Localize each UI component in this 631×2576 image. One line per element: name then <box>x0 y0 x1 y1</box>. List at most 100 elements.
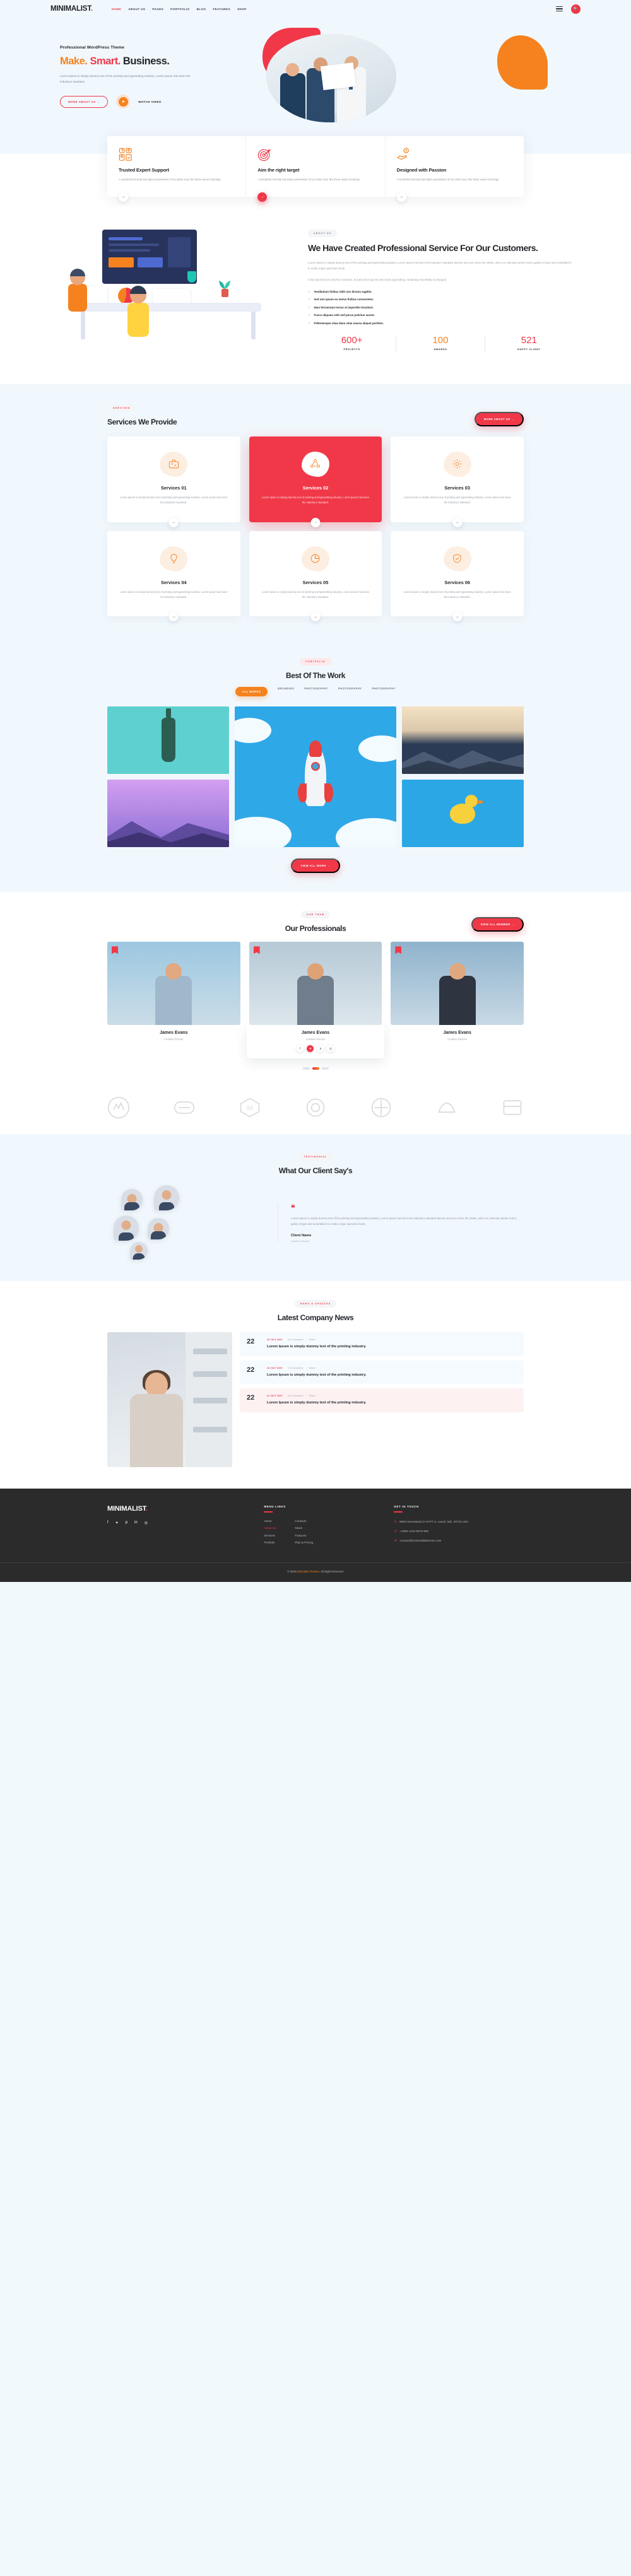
settings-gear-icon <box>443 451 471 477</box>
feature-text: A wonderful serenity has taken possessio… <box>396 178 500 181</box>
client-face-5[interactable] <box>130 1242 148 1260</box>
hand-pointer-icon: ☞ <box>308 298 311 302</box>
search-icon[interactable]: 🔍 <box>571 4 581 14</box>
logo-dot: . <box>90 5 93 13</box>
team-member-3[interactable]: James Evans Creative Director <box>391 942 524 1048</box>
feature-arrow-button[interactable]: → <box>119 192 128 202</box>
footer-phone[interactable]: ✆ +1800-1234-5678-900 <box>394 1529 524 1535</box>
footer-link-news[interactable]: News <box>295 1526 313 1530</box>
service-arrow-button[interactable]: → <box>168 612 179 622</box>
linkedin-icon[interactable]: in <box>134 1521 138 1525</box>
filter-branding[interactable]: BRANDING <box>278 687 294 696</box>
service-arrow-button[interactable]: → <box>452 612 463 622</box>
features-card-group: Trusted Expert Support A wonderful seren… <box>107 136 524 202</box>
team-member-1[interactable]: James Evans Creative Director <box>107 942 240 1048</box>
footer-email[interactable]: ✉ Contact@minimalistthemes.com <box>394 1538 524 1544</box>
facebook-icon[interactable]: f <box>297 1045 304 1053</box>
service-card-04[interactable]: Services 04 Lorem Ipsum is simply dummy … <box>107 530 240 622</box>
client-face-3[interactable] <box>114 1215 139 1241</box>
service-card-01[interactable]: Services 01 Lorem Ipsum is simply dummy … <box>107 436 240 527</box>
service-card-03[interactable]: Services 03 Lorem Ipsum is simply dummy … <box>391 436 524 527</box>
footer-link-services[interactable]: Services <box>264 1534 276 1537</box>
pinterest-icon[interactable]: p <box>126 1521 127 1525</box>
nav-item-pages[interactable]: PAGES <box>152 8 163 11</box>
filter-photography-2[interactable]: PHOTOGRAPHY <box>338 687 362 696</box>
services-cta-button[interactable]: MORE ABOUT US → <box>474 411 524 426</box>
news-meta-share[interactable]: Share <box>309 1367 316 1369</box>
site-logo[interactable]: MINIMALIST. <box>50 5 93 13</box>
feature-title: Aim the right target <box>257 167 300 173</box>
nav-item-blog[interactable]: BLOG <box>197 8 206 11</box>
slider-dot-3[interactable] <box>321 1067 329 1070</box>
briefcase-icon <box>160 451 188 477</box>
footer-link-portfolio[interactable]: Portfolio <box>264 1541 276 1544</box>
client-logos-section: M <box>0 1085 631 1135</box>
slider-dot-2[interactable] <box>312 1067 319 1070</box>
illustration-person-right <box>119 281 156 340</box>
portfolio-item-purple-mountains-artwork[interactable] <box>107 780 230 848</box>
client-face-1[interactable] <box>121 1189 143 1211</box>
news-date: 22 <box>247 1338 255 1346</box>
twitter-icon[interactable]: ✦ <box>307 1045 314 1053</box>
service-arrow-button[interactable]: → <box>310 612 321 622</box>
service-card-02[interactable]: Services 02 Lorem Ipsum is simply dummy … <box>249 436 382 527</box>
pinterest-icon[interactable]: p <box>317 1045 324 1053</box>
footer-copyright: © 2020 Minimalist Themes. All Right Rese… <box>0 1562 631 1582</box>
more-about-us-button[interactable]: MORE ABOUT US → <box>60 95 109 108</box>
filter-photography-1[interactable]: PHOTOGRAPHY <box>304 687 328 696</box>
news-item-2[interactable]: 22 22 JULY 2020 04 Comments Share Lorem … <box>240 1360 524 1385</box>
footer-link-about-us[interactable]: About Us <box>264 1526 276 1530</box>
footer-link-contacts[interactable]: Contacts <box>295 1519 313 1523</box>
footer-link-plan-pricing[interactable]: Plan & Pricing <box>295 1541 313 1544</box>
nav-item-shop[interactable]: SHOP <box>237 8 247 11</box>
news-badge: NEWS & UPDATES <box>294 1300 337 1308</box>
news-meta-share[interactable]: Share <box>309 1338 316 1341</box>
testimonial-quote: ❝ Lorem Ipsum is simply dummy text of th… <box>278 1203 524 1243</box>
service-arrow-button[interactable]: → <box>168 517 179 527</box>
footer-link-features[interactable]: Features <box>295 1534 313 1537</box>
feature-arrow-button[interactable]: → <box>257 192 268 202</box>
feature-arrow-button[interactable]: → <box>396 192 406 202</box>
portfolio-item-mountain-sunset-artwork[interactable] <box>401 706 524 775</box>
service-arrow-button[interactable]: → <box>452 517 463 527</box>
filter-photography-3[interactable]: PHOTOGRAPHY <box>372 687 396 696</box>
news-meta-share[interactable]: Share <box>309 1395 316 1397</box>
news-item-3[interactable]: 22 22 JULY 2020 04 Comments Share Lorem … <box>240 1388 524 1412</box>
news-meta-comments: 04 Comments <box>288 1395 304 1398</box>
twitter-icon[interactable]: ✦ <box>115 1521 119 1525</box>
footer-logo[interactable]: MINIMALIST. <box>107 1505 264 1513</box>
nav-item-home[interactable]: HOME <box>112 8 121 11</box>
service-card-05[interactable]: Services 05 Lorem Ipsum is simply dummy … <box>249 530 382 622</box>
portfolio-item-bottle-artwork[interactable] <box>107 706 230 775</box>
portfolio-item-rocket-artwork[interactable] <box>235 706 396 848</box>
nav-item-about-us[interactable]: ABOUT US <box>128 8 145 11</box>
facebook-icon[interactable]: f <box>107 1521 109 1525</box>
footer-contact: GET IN TOUCH ⚲ 9600 Homestead Ct #APT H, … <box>394 1505 524 1549</box>
list-item-label: Vestibulum finibus nibh non dictum sagit… <box>314 290 372 293</box>
slider-dot-1[interactable] <box>302 1067 310 1070</box>
client-face-4[interactable] <box>148 1218 169 1240</box>
nav-item-features[interactable]: FEATURES <box>213 8 230 11</box>
client-face-2[interactable] <box>154 1185 179 1211</box>
network-users-icon <box>301 451 329 477</box>
service-arrow-button[interactable]: → <box>310 517 321 527</box>
service-card-06[interactable]: Services 06 Lorem Ipsum is simply dummy … <box>391 530 524 622</box>
testimonial-client-role: Creative Director <box>291 1239 310 1243</box>
portfolio-filters: ALL WORKS BRANDING PHOTOGRAPHY PHOTOGRAP… <box>107 687 524 697</box>
footer-link-home[interactable]: Home <box>264 1519 276 1523</box>
hero-title-make: Make. <box>60 56 88 67</box>
news-item-1[interactable]: 22 22 JULY 2020 04 Comments Share Lorem … <box>240 1332 524 1356</box>
illustration-person-left <box>61 267 95 315</box>
team-member-2[interactable]: James Evans Creative Director f ✦ p ◎ <box>246 942 385 1059</box>
view-all-member-button[interactable]: VIEW ALL MEMBER → <box>471 917 524 932</box>
nav-item-portfolio[interactable]: PORTFOLIO <box>170 8 189 11</box>
feature-title: Designed with Passion <box>396 167 447 173</box>
instagram-icon[interactable]: ◎ <box>144 1521 148 1525</box>
view-all-work-button[interactable]: VIEW ALL WORK → <box>291 858 340 874</box>
filter-all-works[interactable]: ALL WORKS <box>235 687 268 697</box>
hamburger-icon[interactable] <box>556 6 563 12</box>
watch-video-button[interactable] <box>116 95 131 109</box>
portfolio-item-rubber-duck-artwork[interactable] <box>401 780 524 848</box>
instagram-icon[interactable]: ◎ <box>327 1045 334 1053</box>
feature-title: Trusted Expert Support <box>119 167 169 173</box>
